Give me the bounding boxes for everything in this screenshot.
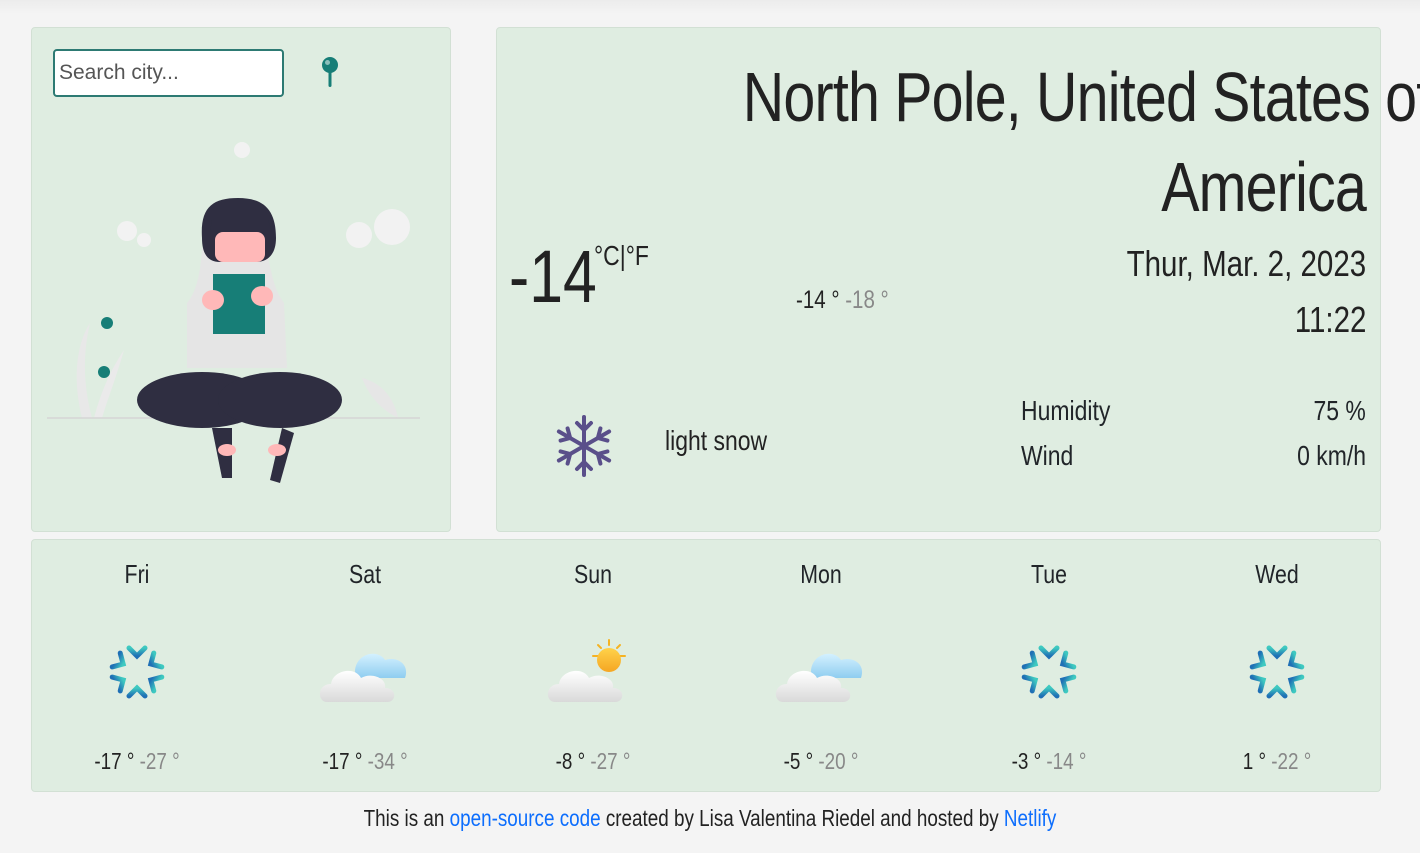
footer-prefix: This is an	[363, 805, 445, 831]
current-weather-card: North Pole, United States of America -14…	[496, 27, 1420, 532]
forecast-high: -17 °	[94, 748, 135, 774]
city-name: North Pole, United States of America	[606, 52, 1420, 232]
netlify-link[interactable]: Netlify	[1004, 805, 1056, 831]
forecast-low: -14 °	[1046, 748, 1087, 774]
footer-middle: created by Lisa Valentina Riedel and hos…	[605, 805, 999, 831]
forecast-day: Fri -17 ° -27 °	[23, 540, 251, 793]
footer-text: This is an open-source code created by L…	[128, 803, 1292, 833]
weather-description: light snow	[665, 425, 768, 456]
search-input[interactable]	[53, 49, 284, 97]
humidity-label: Humidity	[1021, 395, 1111, 426]
forecast-day: Mon -5 ° -20 °	[707, 540, 935, 793]
forecast-day-name: Mon	[800, 559, 842, 589]
forecast-temps: -5 ° -20 °	[728, 746, 915, 776]
forecast-temps: -17 ° -34 °	[272, 746, 459, 776]
forecast-high: -5 °	[783, 748, 814, 774]
forecast-low: -27 °	[139, 748, 180, 774]
forecast-high: -8 °	[555, 748, 586, 774]
city-name-line2: America	[1161, 148, 1367, 226]
current-temperature: -14	[509, 235, 597, 318]
forecast-temps: -17 ° -27 °	[44, 746, 231, 776]
footer: This is an open-source code created by L…	[0, 803, 1420, 833]
celsius-link[interactable]: °C	[594, 240, 620, 271]
forecast-day-name: Wed	[1255, 559, 1299, 589]
forecast-day: Sun -8 ° -27 °	[479, 540, 707, 793]
forecast-day-name: Sat	[348, 559, 382, 589]
person-reading-illustration	[42, 128, 437, 498]
wind-label: Wind	[1021, 440, 1074, 471]
forecast-low: -27 °	[590, 748, 631, 774]
forecast-high: -3 °	[1011, 748, 1042, 774]
forecast-low: -34 °	[367, 748, 408, 774]
today-high-low: -14 ° -18 °	[796, 285, 889, 315]
cloud-icon	[315, 632, 415, 712]
partly-sunny-icon	[543, 632, 643, 712]
forecast-day-name: Sun	[574, 559, 612, 589]
today-low: -18 °	[845, 286, 889, 314]
snowflake-icon	[87, 632, 187, 712]
forecast-day: Wed 1 ° -22 °	[1163, 540, 1391, 793]
top-shadow	[0, 0, 1420, 14]
forecast-day-name: Fri	[124, 559, 150, 589]
forecast-day: Tue -3 ° -14 °	[935, 540, 1163, 793]
forecast-temps: 1 ° -22 °	[1184, 746, 1371, 776]
snowflake-icon	[551, 413, 617, 479]
search-card	[31, 27, 451, 532]
forecast-card: Fri -17 ° -27 ° Sat -17 ° -34 ° Sun -8 °…	[31, 539, 1381, 792]
fahrenheit-link[interactable]: °F	[626, 240, 649, 271]
snowflake-icon	[999, 632, 1099, 712]
forecast-day-name: Tue	[1031, 559, 1067, 589]
location-pin-icon[interactable]	[319, 56, 341, 90]
cloud-icon	[771, 632, 871, 712]
unit-switch: °C|°F	[594, 238, 649, 274]
open-source-link[interactable]: open-source code	[450, 805, 601, 831]
current-time: 11:22	[1294, 299, 1366, 340]
forecast-low: -22 °	[1271, 748, 1312, 774]
forecast-temps: -8 ° -27 °	[500, 746, 687, 776]
humidity-value: 75 %	[1313, 395, 1366, 426]
forecast-day: Sat -17 ° -34 °	[251, 540, 479, 793]
forecast-low: -20 °	[818, 748, 859, 774]
forecast-high: 1 °	[1242, 748, 1266, 774]
wind-value: 0 km/h	[1297, 440, 1366, 471]
today-high: -14 °	[796, 286, 840, 314]
city-name-line1: North Pole, United States of	[742, 58, 1420, 136]
forecast-temps: -3 ° -14 °	[956, 746, 1143, 776]
current-date: Thur, Mar. 2, 2023	[1126, 243, 1366, 284]
snowflake-icon	[1227, 632, 1327, 712]
forecast-high: -17 °	[322, 748, 363, 774]
